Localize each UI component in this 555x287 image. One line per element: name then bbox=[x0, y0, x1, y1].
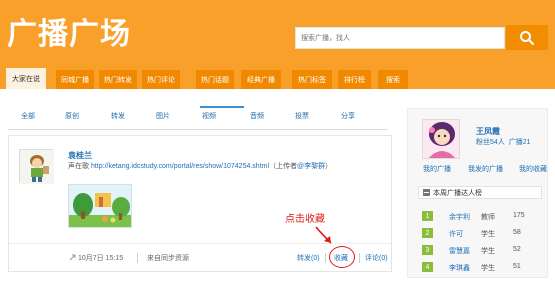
rank-user-name[interactable]: 余宇利 bbox=[449, 212, 470, 222]
post-attachment-thumbnail[interactable] bbox=[68, 184, 132, 228]
tab-hot-comment[interactable]: 热门评论 bbox=[142, 70, 180, 89]
rank-user-role: 学生 bbox=[481, 231, 495, 238]
post-prefix: 声在歌 bbox=[68, 163, 89, 170]
tab-everyone-says[interactable]: 大家在说 bbox=[6, 68, 46, 89]
post-link[interactable]: http://ketang.idcstudy.com/portal/res/sh… bbox=[91, 163, 269, 170]
rank-user-score: 51 bbox=[513, 263, 521, 270]
rank-row: 3 雷慧嘉 学生 52 bbox=[422, 245, 540, 257]
filter-all[interactable]: 全部 bbox=[13, 112, 43, 122]
rank-number: 4 bbox=[422, 262, 433, 272]
tab-classic[interactable]: 经典广播 bbox=[241, 70, 281, 89]
uploader-close: ） bbox=[325, 163, 333, 170]
link-icon bbox=[69, 254, 76, 261]
collapse-icon[interactable] bbox=[423, 189, 430, 196]
profile-avatar[interactable] bbox=[422, 119, 460, 159]
rank-user-role: 学生 bbox=[481, 248, 495, 255]
post-content: 声在歌 http://ketang.idcstudy.com/portal/re… bbox=[68, 161, 332, 171]
rank-row: 2 许可 学生 58 bbox=[422, 228, 540, 240]
tab-ranking[interactable]: 排行榜 bbox=[338, 70, 371, 89]
filter-image[interactable]: 图片 bbox=[148, 112, 178, 122]
rank-user-name[interactable]: 李琪鑫 bbox=[449, 263, 470, 273]
filter-video[interactable]: 视频 bbox=[194, 112, 224, 122]
uploader-mention[interactable]: @李黎群 bbox=[297, 163, 325, 170]
my-favorites-link[interactable]: 我的收藏 bbox=[519, 164, 547, 174]
filter-original[interactable]: 原创 bbox=[57, 112, 87, 122]
filter-forward[interactable]: 转发 bbox=[103, 112, 133, 122]
tab-search[interactable]: 搜索 bbox=[378, 70, 408, 89]
active-filter-indicator bbox=[200, 106, 244, 108]
tab-hot-tags[interactable]: 热门标签 bbox=[292, 70, 332, 89]
comment-button[interactable]: 评论(0) bbox=[365, 253, 388, 263]
filter-share[interactable]: 分享 bbox=[333, 112, 363, 122]
filter-audio[interactable]: 音频 bbox=[242, 112, 272, 122]
profile-sidebar: 王凤霞 粉丝54人 广播21 我的广播 我发的广播 我的收藏 本周广播达人榜 1… bbox=[407, 108, 548, 278]
video-thumbnail-image bbox=[69, 185, 131, 227]
page-title: 广播广场 bbox=[7, 17, 131, 52]
header-banner: 广播广场 bbox=[0, 0, 555, 66]
search-box[interactable] bbox=[295, 27, 505, 49]
rank-row: 4 李琪鑫 学生 51 bbox=[422, 262, 540, 274]
my-broadcasts-link[interactable]: 我的广播 bbox=[423, 164, 451, 174]
post-source: 来自同步资源 bbox=[147, 255, 189, 262]
filter-vote[interactable]: 投票 bbox=[287, 112, 317, 122]
search-input[interactable] bbox=[296, 28, 496, 48]
profile-name[interactable]: 王凤霞 bbox=[476, 126, 500, 137]
footer-divider bbox=[359, 253, 360, 263]
rank-number: 3 bbox=[422, 245, 433, 255]
tab-hot-forward[interactable]: 热门转发 bbox=[99, 70, 137, 89]
rank-user-role: 学生 bbox=[481, 265, 495, 272]
rank-number: 2 bbox=[422, 228, 433, 238]
rank-user-score: 175 bbox=[513, 212, 525, 219]
rank-title: 本周广播达人榜 bbox=[433, 189, 482, 197]
favorite-button[interactable]: 收藏 bbox=[334, 253, 348, 263]
content-filter-bar: 全部 原创 转发 图片 视频 音频 投票 分享 bbox=[8, 106, 388, 130]
rank-row: 1 余宇利 教师 175 bbox=[422, 211, 540, 223]
rank-user-role: 教师 bbox=[481, 214, 495, 221]
tab-hot-topic[interactable]: 热门话题 bbox=[196, 70, 234, 89]
avatar[interactable] bbox=[19, 149, 54, 184]
rank-number: 1 bbox=[422, 211, 433, 221]
forward-button[interactable]: 转发(0) bbox=[297, 253, 320, 263]
rank-user-score: 58 bbox=[513, 229, 521, 236]
rank-user-score: 52 bbox=[513, 246, 521, 253]
annotation-click-favorite: 点击收藏 bbox=[285, 214, 325, 225]
uploader-open: （上传者 bbox=[269, 163, 298, 170]
footer-divider bbox=[137, 253, 138, 263]
tab-local[interactable]: 同城广播 bbox=[56, 70, 94, 89]
broadcast-post: 袁桂兰 声在歌 http://ketang.idcstudy.com/porta… bbox=[8, 135, 392, 272]
rank-user-name[interactable]: 雷慧嘉 bbox=[449, 246, 470, 256]
post-footer: 10月7日 15:15 来自同步资源 转发(0) 收藏 评论(0) bbox=[9, 243, 391, 271]
rank-title-bar[interactable]: 本周广播达人榜 bbox=[418, 186, 542, 199]
fans-count[interactable]: 54人 bbox=[490, 139, 505, 146]
rank-user-name[interactable]: 许可 bbox=[449, 229, 463, 239]
footer-divider bbox=[325, 253, 326, 263]
post-author[interactable]: 袁桂兰 bbox=[68, 150, 92, 161]
main-nav: 大家在说 同城广播 热门转发 热门评论 热门话题 经典广播 热门标签 排行榜 搜… bbox=[0, 66, 555, 89]
broadcast-count[interactable]: 21 bbox=[523, 139, 531, 146]
my-posted-broadcasts-link[interactable]: 我发的广播 bbox=[468, 164, 503, 174]
profile-avatar-image bbox=[423, 120, 459, 158]
cartoon-avatar-image bbox=[20, 150, 54, 184]
search-button[interactable] bbox=[506, 25, 548, 50]
profile-stats: 粉丝54人 广播21 bbox=[476, 139, 531, 146]
search-icon bbox=[520, 30, 535, 45]
post-time: 10月7日 15:15 bbox=[69, 253, 123, 263]
